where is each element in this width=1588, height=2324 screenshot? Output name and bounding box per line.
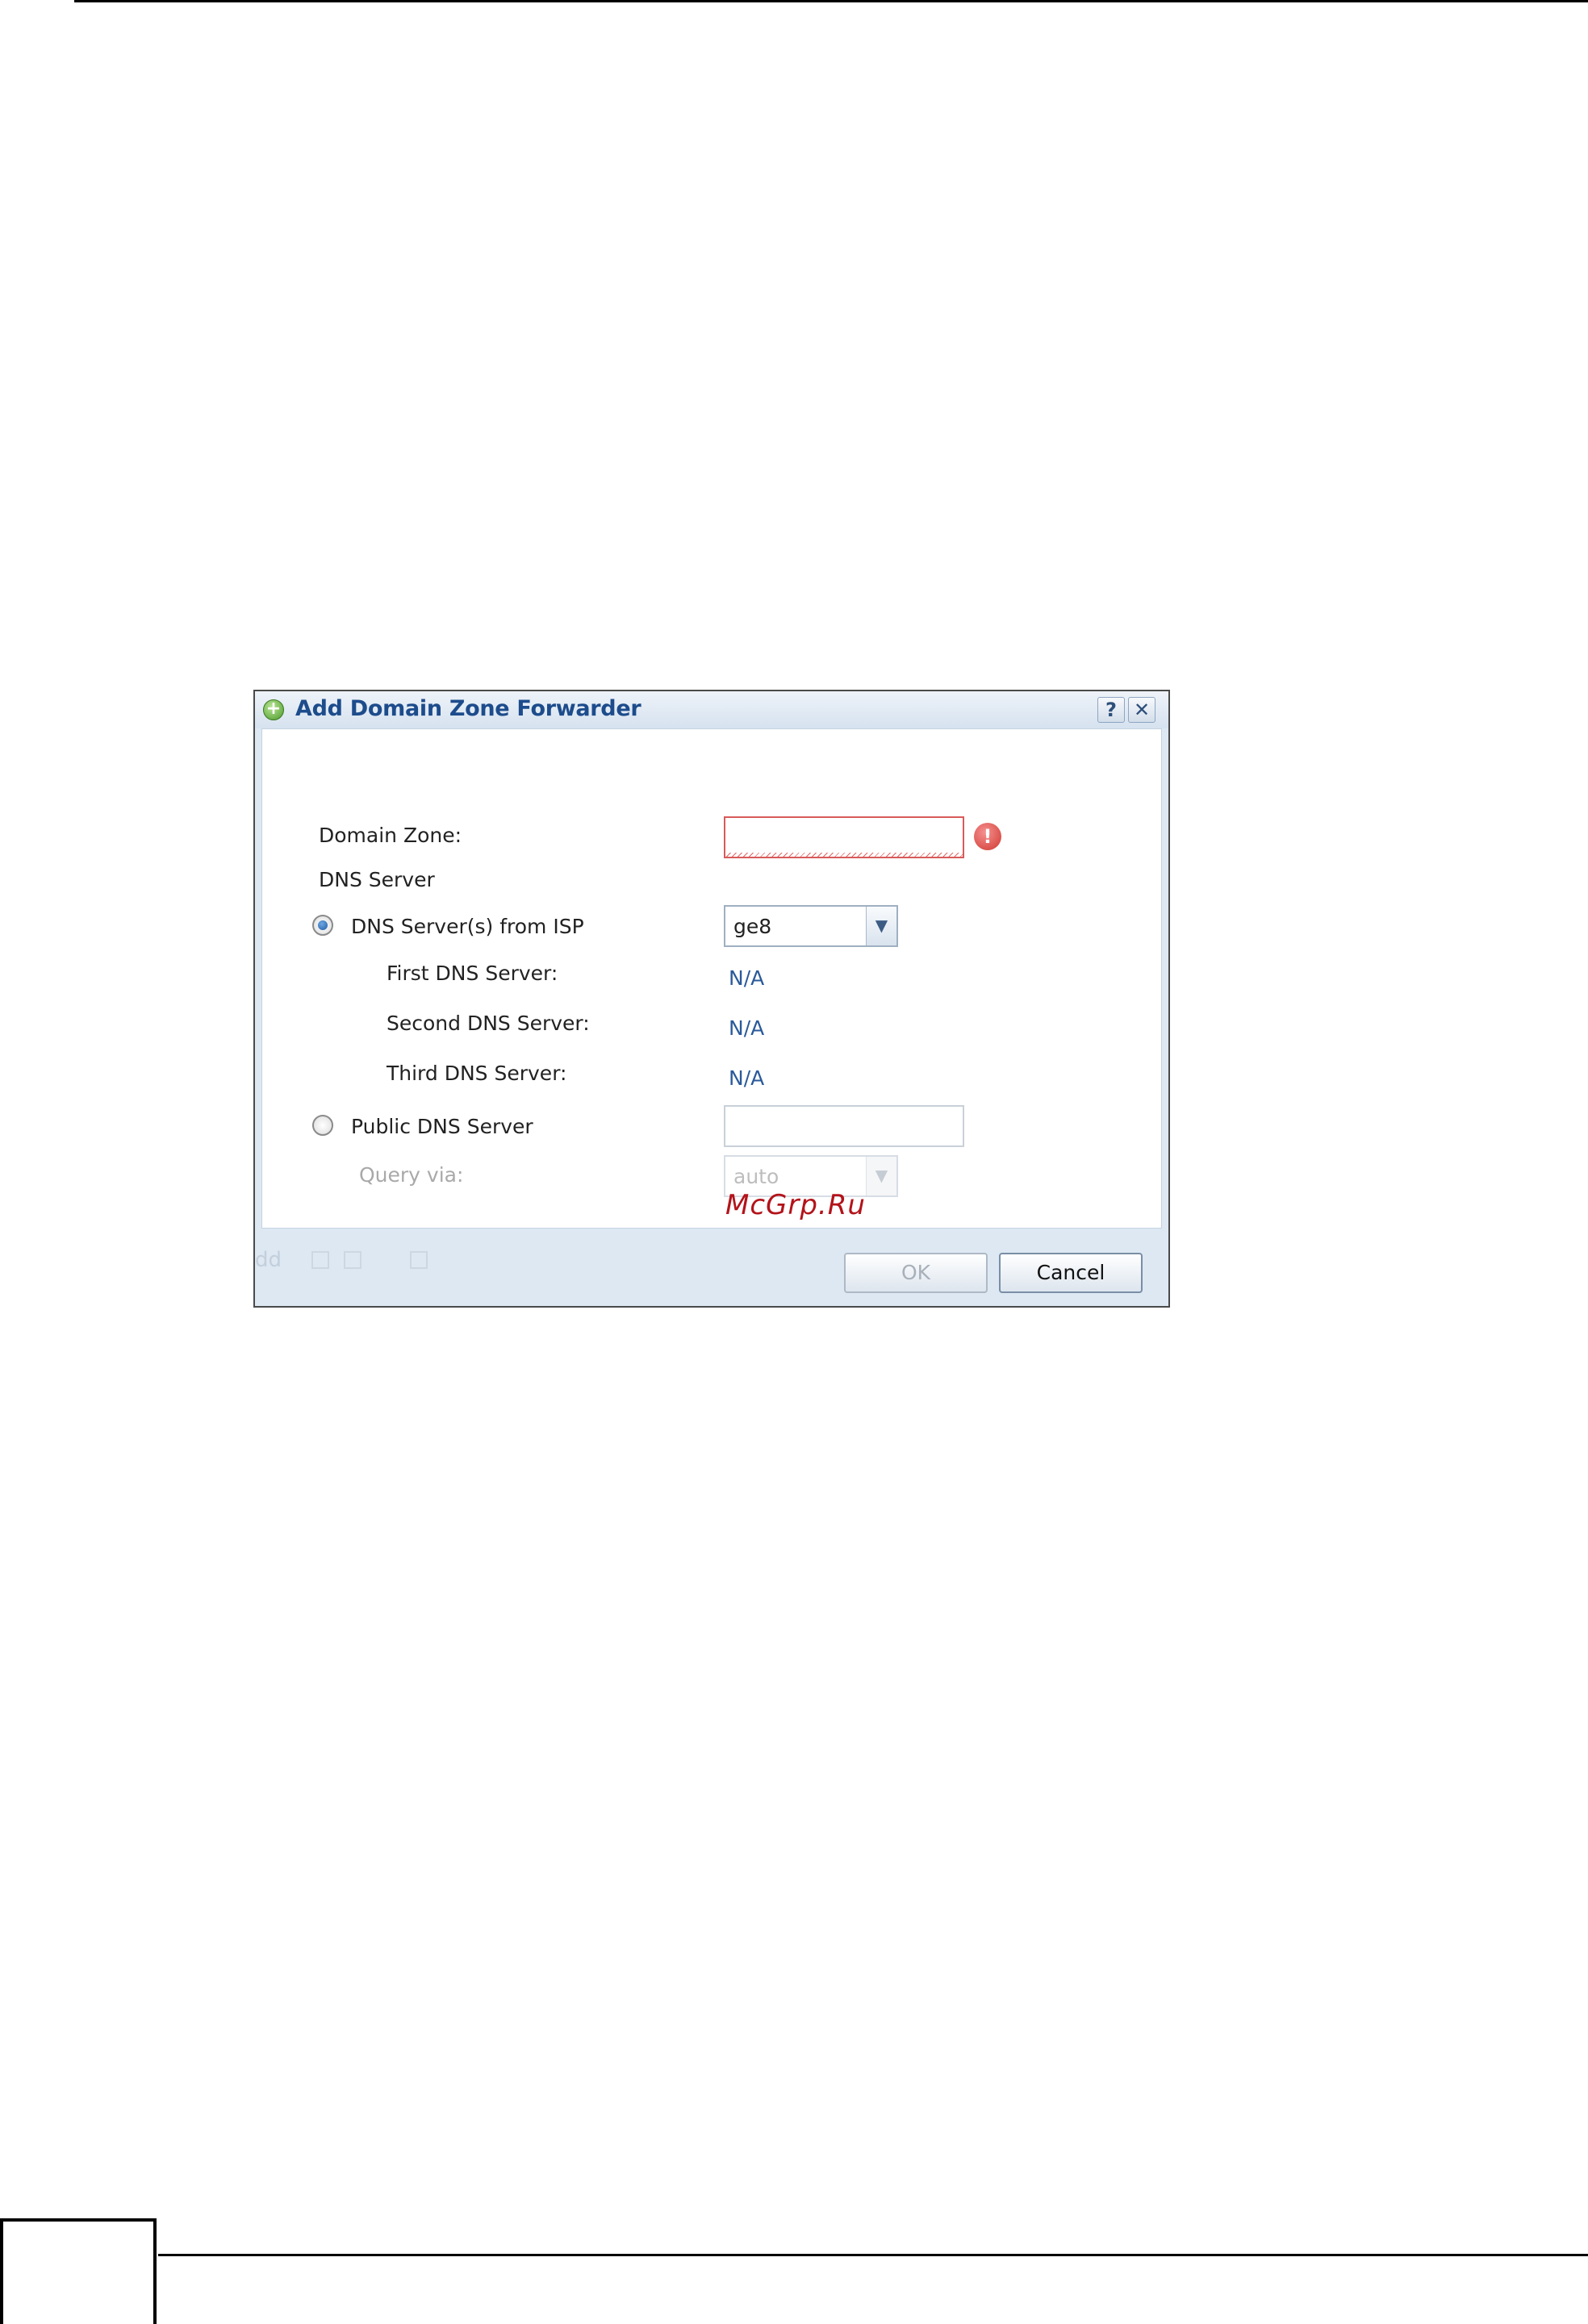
watermark: McGrp.Ru: [725, 1189, 866, 1221]
top-rule: [74, 0, 1588, 2]
footer-ghost-text: dd: [255, 1248, 282, 1272]
chevron-down-icon[interactable]: ▼: [866, 1157, 896, 1195]
third-dns-value: N/A: [729, 1066, 765, 1090]
third-dns-label: Third DNS Server:: [387, 1062, 567, 1085]
bottom-rule: [158, 2254, 1588, 2256]
second-dns-value: N/A: [729, 1016, 765, 1040]
public-dns-radio[interactable]: [312, 1115, 333, 1136]
close-button[interactable]: ✕: [1128, 697, 1155, 723]
copy-icon: [344, 1251, 361, 1269]
edit-icon: [311, 1251, 329, 1269]
dns-from-isp-label: DNS Server(s) from ISP: [351, 915, 584, 938]
first-dns-label: First DNS Server:: [387, 962, 558, 985]
query-via-label: Query via:: [359, 1163, 464, 1187]
public-dns-label: Public DNS Server: [351, 1115, 533, 1138]
add-icon: +: [263, 699, 284, 720]
domain-zone-label: Domain Zone:: [319, 824, 462, 847]
chevron-down-icon[interactable]: ▼: [866, 907, 896, 945]
error-icon: !: [974, 823, 1001, 850]
second-dns-label: Second DNS Server:: [387, 1012, 590, 1035]
first-dns-value: N/A: [729, 966, 765, 990]
interface-select[interactable]: ge8 ▼: [724, 905, 898, 947]
remove-icon: [410, 1251, 428, 1269]
cancel-button[interactable]: Cancel: [999, 1253, 1143, 1293]
dialog-title: Add Domain Zone Forwarder: [295, 696, 641, 721]
dns-from-isp-radio[interactable]: [312, 915, 333, 936]
query-via-value: auto: [733, 1165, 779, 1188]
dialog-body: Domain Zone: ! DNS Server DNS Server(s) …: [261, 728, 1162, 1229]
add-domain-zone-forwarder-dialog: + Add Domain Zone Forwarder ? ✕ Domain Z…: [253, 690, 1170, 1308]
ok-button[interactable]: OK: [844, 1253, 988, 1293]
public-dns-input[interactable]: [724, 1105, 964, 1147]
page-number-box: [0, 2218, 157, 2324]
dns-server-heading: DNS Server: [319, 868, 435, 891]
dialog-titlebar: + Add Domain Zone Forwarder ? ✕: [255, 691, 1168, 728]
domain-zone-input[interactable]: [724, 816, 964, 858]
interface-select-value: ge8: [733, 915, 772, 938]
help-button[interactable]: ?: [1097, 697, 1125, 723]
